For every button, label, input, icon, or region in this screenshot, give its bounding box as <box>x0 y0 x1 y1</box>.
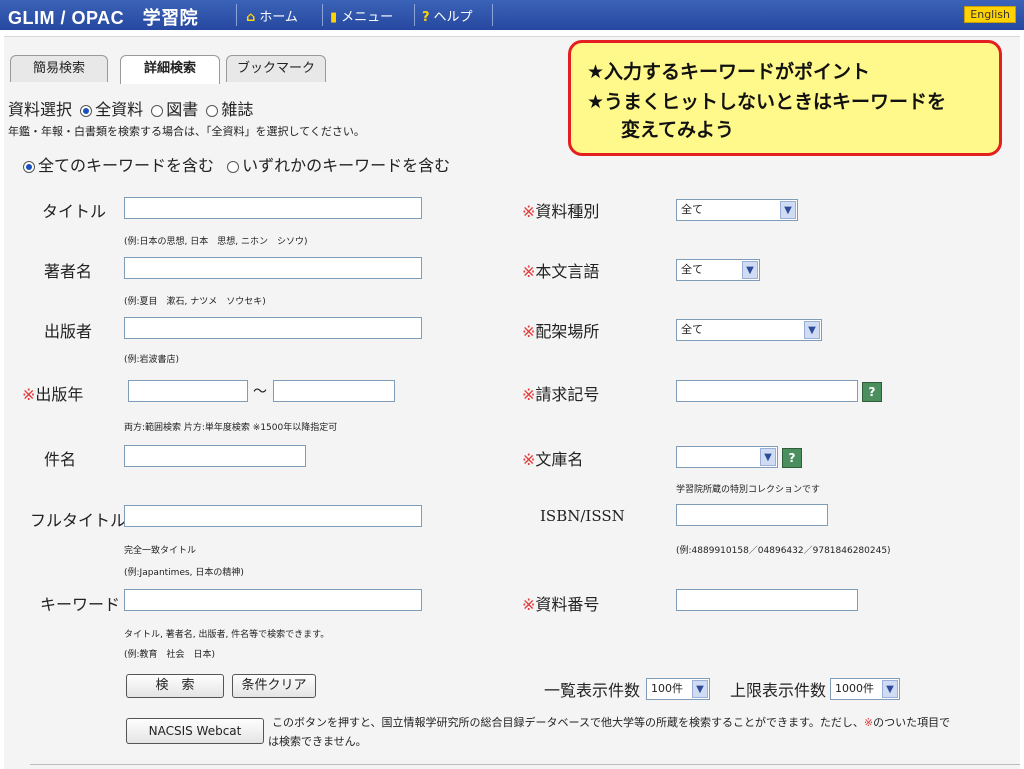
nav-menu[interactable]: ▮ メニュー <box>330 6 393 25</box>
chevron-down-icon: ▼ <box>882 680 898 698</box>
collection-select[interactable]: ▼ <box>676 446 778 468</box>
collection-label: ※文庫名 <box>522 450 584 469</box>
limit-count-select[interactable]: 1000件 ▼ <box>830 678 900 700</box>
required-mark: ※ <box>522 262 536 281</box>
required-mark: ※ <box>522 385 536 404</box>
language-select[interactable]: 全て ▼ <box>676 259 760 281</box>
year-range-tilde: ～ <box>253 384 267 400</box>
home-icon: ⌂ <box>246 10 256 25</box>
language-label: ※本文言語 <box>522 262 600 281</box>
required-mark: ※ <box>522 595 536 614</box>
chevron-down-icon: ▼ <box>760 448 776 466</box>
isbn-hint: (例:4889910158／04896432／9781846280245) <box>676 546 891 556</box>
required-mark: ※ <box>522 202 536 221</box>
callno-help-icon[interactable]: ? <box>862 382 882 402</box>
nacsis-note-line2: は検索できません。 <box>268 735 367 748</box>
chevron-down-icon: ▼ <box>780 201 796 219</box>
material-label: 資料選択 <box>8 100 73 119</box>
nacsis-webcat-button[interactable]: NACSIS Webcat <box>126 718 264 744</box>
collection-hint: 学習院所蔵の特別コレクションです <box>676 485 821 495</box>
help-icon: ? <box>422 10 430 25</box>
limit-count-label: 上限表示件数 <box>730 681 827 700</box>
chevron-down-icon: ▼ <box>742 261 758 279</box>
keyword-label: キーワード <box>40 595 121 614</box>
required-mark: ※ <box>522 450 536 469</box>
year-label: ※出版年 <box>22 385 84 404</box>
location-select[interactable]: 全て ▼ <box>676 319 822 341</box>
top-bar: GLIM / OPAC 学習院 ⌂ ホーム ▮ メニュー ? ヘルプ English <box>0 0 1024 30</box>
tip-line-3: 変えてみよう <box>621 119 735 141</box>
radio-any-keyword[interactable] <box>227 160 240 173</box>
app-brand: GLIM / OPAC 学習院 <box>8 8 199 28</box>
english-button[interactable]: English <box>964 6 1016 23</box>
location-label: ※配架場所 <box>522 322 600 341</box>
year-hint: 両方:範囲検索 片方:単年度検索 ※1500年以降指定可 <box>124 423 338 433</box>
keyword-input[interactable] <box>124 589 422 611</box>
tip-line-1: ★入力するキーワードがポイント <box>587 61 871 83</box>
radio-books[interactable] <box>151 104 164 117</box>
fulltitle-label: フルタイトル <box>30 511 127 530</box>
type-label: ※資料種別 <box>522 202 600 221</box>
tip-callout: ★入力するキーワードがポイント ★うまくヒットしないときはキーワードを 変えてみ… <box>568 40 1002 156</box>
callno-label: ※請求記号 <box>522 385 600 404</box>
title-input[interactable] <box>124 197 422 219</box>
tab-simple-search[interactable]: 簡易検索 <box>10 55 108 82</box>
isbn-input[interactable] <box>676 504 828 526</box>
fulltitle-example: (例:Japantimes, 日本の精神) <box>124 568 244 578</box>
type-select[interactable]: 全て ▼ <box>676 199 798 221</box>
required-mark: ※ <box>522 322 536 341</box>
search-button[interactable]: 検 索 <box>126 674 224 698</box>
collection-help-icon[interactable]: ? <box>782 448 802 468</box>
required-mark: ※ <box>22 385 36 404</box>
publisher-label: 出版者 <box>44 322 93 341</box>
tab-bookmark[interactable]: ブックマーク <box>226 55 326 82</box>
keyword-mode: 全てのキーワードを含む いずれかのキーワードを含む <box>20 152 450 176</box>
fulltitle-input[interactable] <box>124 505 422 527</box>
chevron-down-icon: ▼ <box>804 321 820 339</box>
nacsis-note-line1: このボタンを押すと、国立情報学研究所の総合目録データベースで他大学等の所蔵を検索… <box>272 716 951 729</box>
radio-all[interactable] <box>80 104 93 117</box>
author-input[interactable] <box>124 257 422 279</box>
bottom-divider <box>30 764 1020 765</box>
itemno-input[interactable] <box>676 589 858 611</box>
nav-divider <box>492 4 493 26</box>
nav-help[interactable]: ? ヘルプ <box>422 6 473 25</box>
isbn-label: ISBN/ISSN <box>540 507 625 525</box>
list-count-select[interactable]: 100件 ▼ <box>646 678 710 700</box>
nav-home[interactable]: ⌂ ホーム <box>246 6 298 25</box>
publisher-input[interactable] <box>124 317 422 339</box>
radio-journals[interactable] <box>206 104 219 117</box>
nav-divider <box>236 4 237 26</box>
year-to-input[interactable] <box>273 380 395 402</box>
subject-input[interactable] <box>124 445 306 467</box>
list-count-label: 一覧表示件数 <box>544 681 641 700</box>
tab-advanced-search[interactable]: 詳細検索 <box>120 55 220 84</box>
callno-input[interactable] <box>676 380 858 402</box>
title-label: タイトル <box>42 202 107 221</box>
tip-line-2: ★うまくヒットしないときはキーワードを <box>587 91 947 113</box>
clear-button[interactable]: 条件クリア <box>232 674 316 698</box>
material-select: 資料選択 全資料 図書 雑誌 <box>8 100 254 119</box>
author-label: 著者名 <box>44 262 93 281</box>
itemno-label: ※資料番号 <box>522 595 600 614</box>
material-note: 年鑑・年報・白書類を検索する場合は、「全資料」を選択してください。 <box>8 125 365 138</box>
subject-label: 件名 <box>44 450 77 469</box>
year-from-input[interactable] <box>128 380 248 402</box>
keyword-example: (例:教育 社会 日本) <box>124 650 216 660</box>
chevron-down-icon: ▼ <box>692 680 708 698</box>
title-hint: (例:日本の思想, 日本 思想, ニホン シソウ) <box>124 237 308 247</box>
nav-divider <box>322 4 323 26</box>
fulltitle-hint: 完全一致タイトル <box>124 546 197 556</box>
book-icon: ▮ <box>330 10 338 25</box>
keyword-hint: タイトル, 著者名, 出版者, 件名等で検索できます。 <box>124 630 330 640</box>
author-hint: (例:夏目 漱石, ナツメ ソウセキ) <box>124 297 266 307</box>
publisher-hint: (例:岩波書店) <box>124 355 180 365</box>
nav-divider <box>414 4 415 26</box>
radio-all-keywords[interactable] <box>23 160 35 173</box>
